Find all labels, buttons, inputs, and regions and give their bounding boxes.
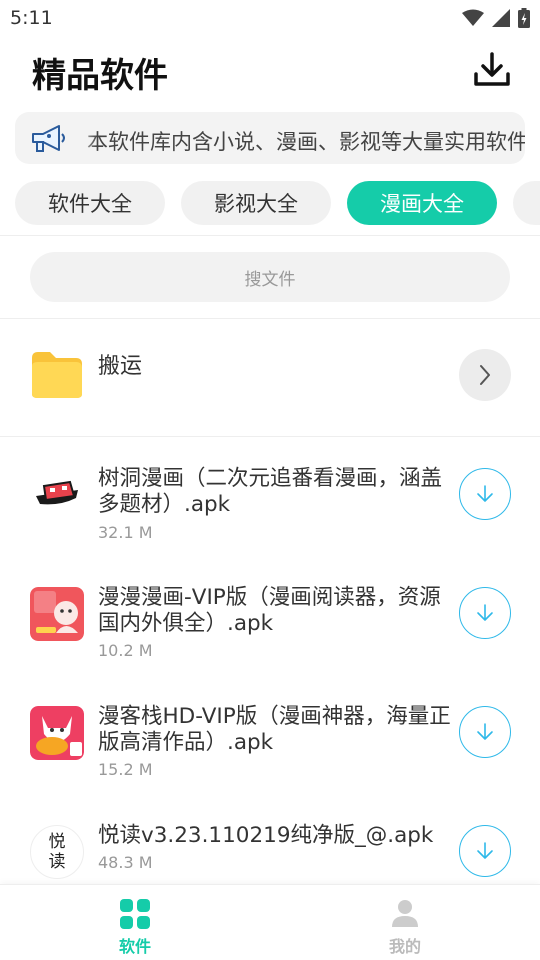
signal-icon (492, 9, 510, 27)
file-size: 32.1 M (98, 523, 153, 542)
status-bar: 5:11 (0, 0, 540, 36)
bottom-nav: 软件 我的 (0, 884, 540, 960)
category-tabs: 软件大全 影视大全 漫画大全 (15, 181, 540, 227)
status-time: 5:11 (10, 7, 53, 29)
mankezhan-app-icon (30, 706, 84, 760)
file-name: 树洞漫画（二次元追番看漫画，涵盖多题材）.apk (98, 466, 443, 517)
download-button[interactable] (459, 825, 511, 877)
file-name: 漫客栈HD-VIP版（漫画神器，海量正版高清作品）.apk (98, 704, 451, 755)
download-arrow-icon (477, 604, 493, 621)
tab-more[interactable] (513, 181, 540, 225)
nav-software[interactable]: 软件 (95, 899, 175, 957)
file-name: 漫漫漫画-VIP版（漫画阅读器，资源国内外俱全）.apk (98, 585, 441, 636)
search-input[interactable]: 搜文件 (30, 252, 510, 302)
status-icons (462, 8, 530, 28)
tab-software[interactable]: 软件大全 (15, 181, 165, 225)
download-button[interactable] (459, 587, 511, 639)
download-button[interactable] (459, 706, 511, 758)
wifi-icon (462, 9, 484, 26)
download-arrow-icon (477, 723, 493, 740)
folder-open-button[interactable] (459, 349, 511, 401)
tab-comic[interactable]: 漫画大全 (347, 181, 497, 225)
tab-video[interactable]: 影视大全 (181, 181, 331, 225)
file-size: 10.2 M (98, 641, 153, 660)
folder-icon (32, 352, 82, 398)
divider (0, 235, 540, 236)
yuedu-icon-text: 悦读 (48, 832, 66, 872)
nav-mine[interactable]: 我的 (365, 899, 445, 957)
download-arrow-icon (477, 842, 493, 859)
chevron-right-icon (480, 365, 490, 385)
user-icon (392, 900, 418, 927)
download-button[interactable] (459, 468, 511, 520)
download-icon[interactable] (472, 50, 512, 90)
list-item[interactable]: 漫客栈HD-VIP版（漫画神器，海量正版高清作品）.apk 15.2 M (0, 694, 540, 804)
notice-bar: 本软件库内含小说、漫画、影视等大量实用软件 (15, 112, 525, 164)
list-item[interactable]: 树洞漫画（二次元追番看漫画，涵盖多题材）.apk 32.1 M (0, 456, 540, 566)
file-size: 15.2 M (98, 760, 153, 779)
apps-grid-icon (120, 899, 150, 929)
nav-mine-label: 我的 (388, 937, 421, 956)
file-name: 悦读v3.23.110219纯净版_@.apk (98, 823, 434, 848)
list-item[interactable]: 漫漫漫画-VIP版（漫画阅读器，资源国内外俱全）.apk 10.2 M (0, 575, 540, 685)
folder-name: 搬运 (98, 354, 143, 379)
download-arrow-icon (477, 485, 493, 502)
file-size: 48.3 M (98, 853, 153, 872)
battery-icon (518, 8, 530, 28)
page-title: 精品软件 (32, 56, 168, 96)
folder-item[interactable]: 搬运 (0, 330, 540, 422)
nav-software-label: 软件 (118, 937, 151, 956)
divider (0, 436, 540, 437)
manman-app-icon (30, 587, 84, 641)
megaphone-icon (32, 125, 65, 152)
divider (0, 318, 540, 319)
notice-text: 本软件库内含小说、漫画、影视等大量实用软件 (87, 130, 525, 154)
shudong-app-icon (30, 466, 84, 520)
yuedu-app-icon: 悦读 (30, 825, 84, 879)
